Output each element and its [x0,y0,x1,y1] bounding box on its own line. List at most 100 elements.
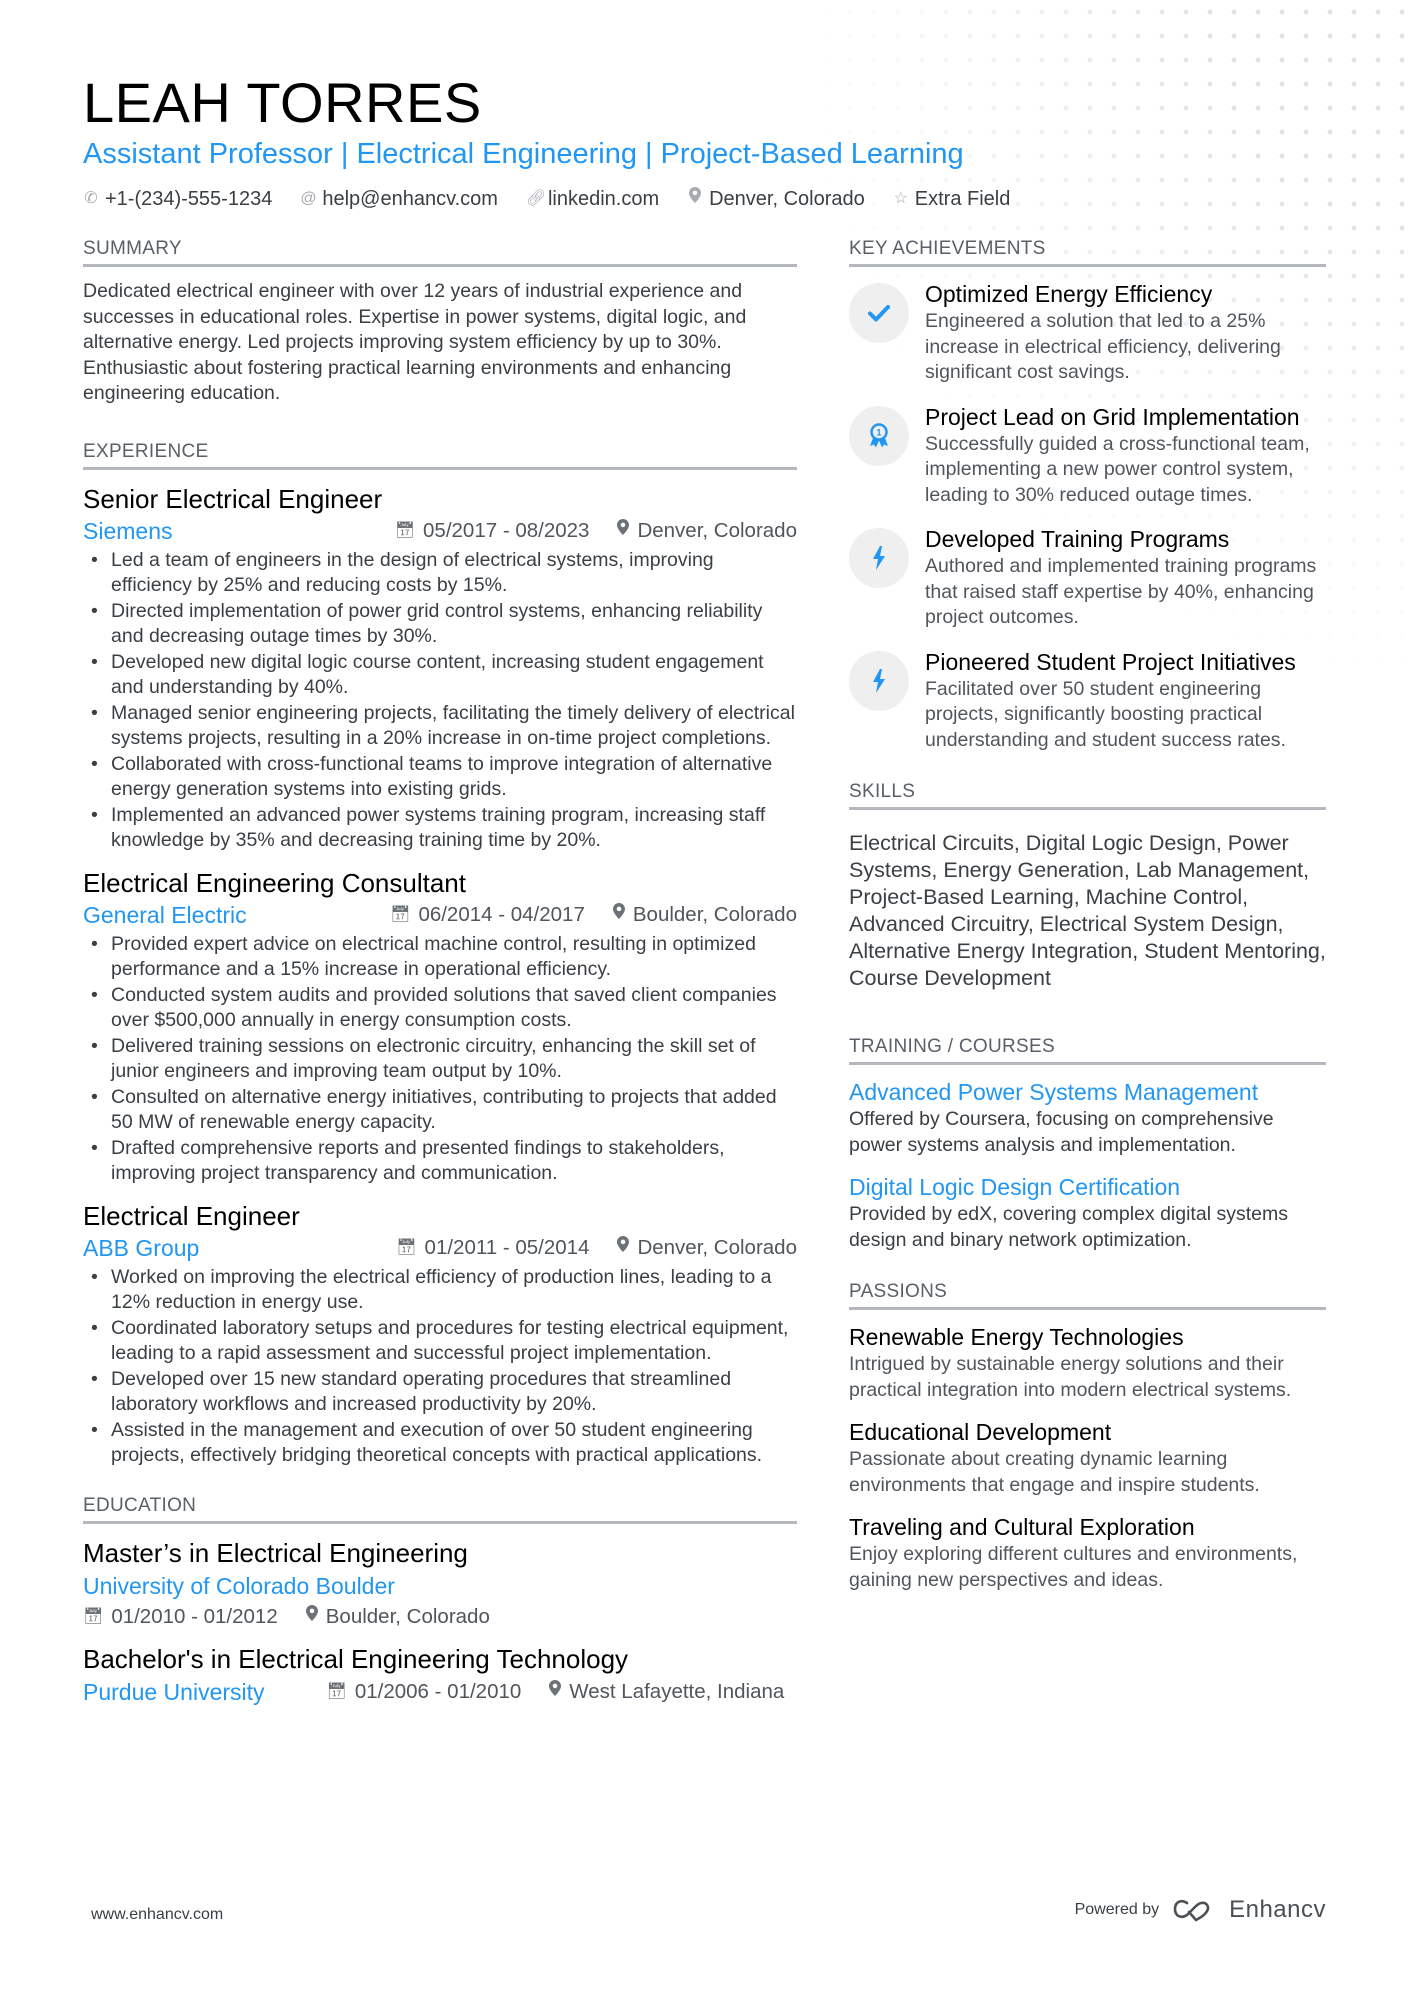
lightning-bolt-icon [849,528,909,588]
job-meta: General Electric 📅︎ 06/2014 - 04/2017 Bou… [83,900,797,930]
job-dates-text: 05/2017 - 08/2023 [423,518,590,542]
passion-title: Renewable Energy Technologies [849,1324,1184,1350]
training-courses-section: TRAINING / COURSES Advanced Power System… [849,1034,1326,1253]
summary-text: Dedicated electrical engineer with over … [83,280,747,404]
school-name[interactable]: Purdue University [83,1676,265,1708]
section-heading: EDUCATION [83,1493,797,1524]
passion-item: Educational Development Passionate about… [849,1417,1326,1498]
education-dates-text: 01/2010 - 01/2012 [111,1604,278,1628]
contact-extra-field: ☆ Extra Field [893,186,1011,212]
education-meta: 📅︎ 01/2010 - 01/2012 Boulder, Colorado [83,1602,797,1632]
achievement-title: Project Lead on Grid Implementation [925,403,1300,430]
education-location-text: Boulder, Colorado [325,1604,490,1628]
education-location: West Lafayette, Indiana [549,1677,784,1707]
contact-location-text: Denver, Colorado [709,188,865,210]
achievement-item: Developed Training Programs Authored and… [849,524,1326,631]
location-pin-icon [617,1233,630,1263]
footer-branding: Powered by Enhancv [1075,1896,1326,1924]
bullet-item: Worked on improving the electrical effic… [83,1265,797,1316]
skills-list: Electrical Circuits, Digital Logic Desig… [849,831,1326,990]
star-icon: ☆ [893,190,908,207]
course-item: Digital Logic Design Certification Provi… [849,1172,1326,1253]
school-name[interactable]: University of Colorado Boulder [83,1570,797,1602]
education-meta: Purdue University 📅︎ 01/2006 - 01/2010 We… [83,1676,797,1708]
job-entry: Electrical Engineer ABB Group 📅︎ 01/2011 … [83,1199,797,1469]
section-heading: KEY ACHIEVEMENTS [849,236,1326,267]
company-name[interactable]: ABB Group [83,1233,368,1263]
brand-name: Enhancv [1229,1896,1326,1923]
calendar-icon: 📅︎ [390,905,411,923]
link-icon: 🔗︎ [525,190,547,207]
summary-section: SUMMARY Dedicated electrical engineer wi… [83,236,797,407]
contact-location: Denver, Colorado [687,186,865,212]
contact-email-text: help@enhancv.com [322,188,498,210]
powered-by-label: Powered by [1074,1901,1160,1918]
achievement-title: Pioneered Student Project Initiatives [925,648,1296,675]
passion-description: Enjoy exploring different cultures and e… [849,1543,1298,1591]
calendar-icon: 📅︎ [326,1682,347,1700]
job-dates: 📅︎ 06/2014 - 04/2017 [390,900,585,930]
contact-phone[interactable]: ✆ +1-(234)-555-1234 [83,186,272,212]
job-location: Denver, Colorado [617,1233,797,1263]
education-location: Boulder, Colorado [305,1602,490,1632]
company-name[interactable]: General Electric [83,900,362,930]
passion-description: Intrigued by sustainable energy solution… [849,1353,1292,1401]
contact-row: ✆ +1-(234)-555-1234 @ help@enhancv.com 🔗… [83,186,1010,212]
enhancv-logo-icon [1173,1899,1210,1922]
section-heading: TRAINING / COURSES [849,1034,1326,1065]
job-dates: 📅︎ 05/2017 - 08/2023 [395,516,590,546]
section-heading: PASSIONS [849,1279,1326,1310]
job-location: Denver, Colorado [617,516,797,546]
job-title: Senior Electrical Engineer [83,483,383,514]
footer-website-link[interactable]: www.enhancv.com [91,1906,223,1924]
job-title: Electrical Engineering Consultant [83,867,466,898]
bullet-item: Developed new digital logic course conte… [83,650,797,701]
job-location: Boulder, Colorado [612,900,797,930]
candidate-name: LEAH TORRES [83,71,482,134]
job-entry: Electrical Engineering Consultant Genera… [83,866,797,1187]
experience-section: EXPERIENCE Senior Electrical Engineer Si… [83,439,797,1469]
enhancv-logo[interactable]: Enhancv [1173,1896,1326,1924]
education-entry: Bachelor's in Electrical Engineering Tec… [83,1642,797,1708]
section-heading: SKILLS [849,779,1326,810]
skills-section: SKILLS Electrical Circuits, Digital Logi… [849,779,1326,992]
job-location-text: Boulder, Colorado [632,902,797,926]
job-entry: Senior Electrical Engineer Siemens 📅︎ 05/… [83,482,797,854]
achievement-description: Facilitated over 50 student engineering … [925,677,1286,751]
svg-text:1: 1 [876,427,881,437]
contact-linkedin[interactable]: 🔗︎ linkedin.com [526,186,659,212]
passion-title: Traveling and Cultural Exploration [849,1514,1195,1540]
bullet-item: Consulted on alternative energy initiati… [83,1085,797,1136]
job-location-text: Denver, Colorado [637,1235,797,1259]
bullet-item: Drafted comprehensive reports and presen… [83,1136,797,1187]
calendar-icon: 📅︎ [394,521,416,539]
bullet-item: Collaborated with cross-functional teams… [83,752,797,803]
location-pin-icon [687,186,703,212]
education-dates: 📅︎ 01/2006 - 01/2010 [327,1677,522,1707]
bullet-item: Provided expert advice on electrical mac… [83,932,797,983]
contact-phone-text: +1-(234)-555-1234 [105,188,273,210]
education-entry: Master’s in Electrical Engineering Unive… [83,1536,797,1632]
job-title: Electrical Engineer [83,1200,300,1231]
section-heading: EXPERIENCE [83,439,797,470]
achievement-item: Optimized Energy Efficiency Engineered a… [849,279,1326,386]
company-name[interactable]: Siemens [83,516,367,546]
bullet-item: Conducted system audits and provided sol… [83,983,797,1034]
job-bullets: Led a team of engineers in the design of… [83,548,797,854]
resume-page: LEAH TORRES Assistant Professor | Electr… [83,0,1326,1995]
phone-icon: ✆ [84,190,98,207]
passion-description: Passionate about creating dynamic learni… [849,1448,1260,1496]
course-description: Provided by edX, covering complex digita… [849,1203,1288,1251]
award-ribbon-icon: 1 [849,405,909,466]
achievement-description: Successfully guided a cross-functional t… [925,432,1310,506]
job-location-text: Denver, Colorado [637,518,797,542]
passions-section: PASSIONS Renewable Energy Technologies I… [849,1279,1326,1593]
education-section: EDUCATION Master’s in Electrical Enginee… [83,1493,797,1708]
job-dates-text: 06/2014 - 04/2017 [418,902,585,926]
course-item: Advanced Power Systems Management Offere… [849,1077,1326,1158]
course-title[interactable]: Digital Logic Design Certification [849,1172,1326,1202]
achievement-title: Optimized Energy Efficiency [925,281,1213,307]
course-title[interactable]: Advanced Power Systems Management [849,1077,1326,1107]
left-column: SUMMARY Dedicated electrical engineer wi… [83,236,797,1718]
contact-email[interactable]: @ help@enhancv.com [300,186,498,212]
